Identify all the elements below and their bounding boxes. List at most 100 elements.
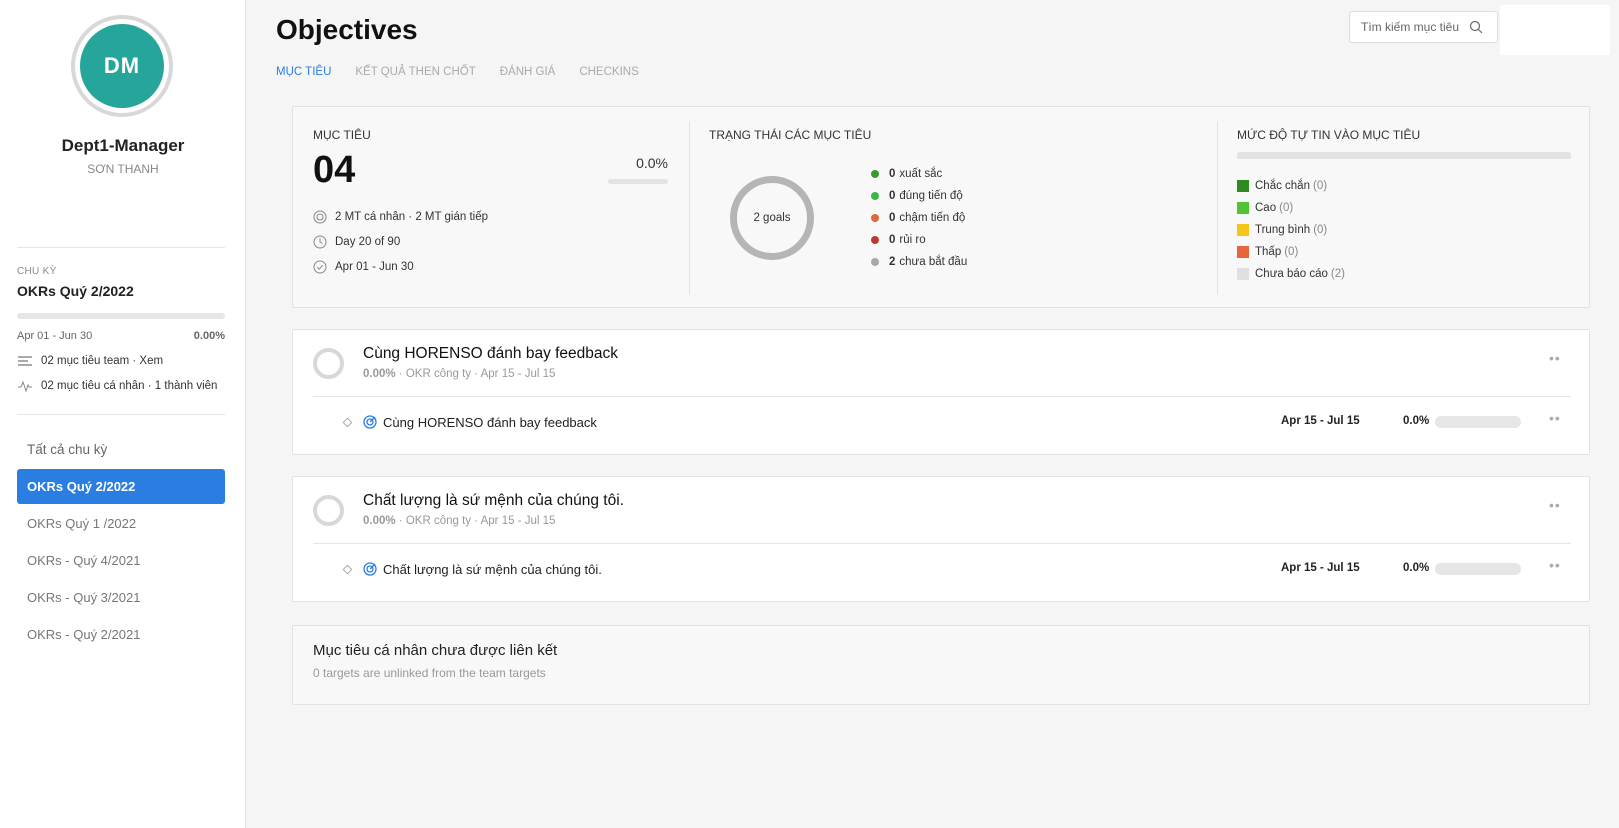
- status-list: 0 xuất sắc 0 đúng tiến độ 0 chậm tiến độ 0 rủi …: [871, 163, 967, 273]
- confidence-count: (0): [1313, 224, 1328, 236]
- objective-meta-text: · OKR công ty · Apr 15 - Jul 15: [395, 368, 556, 380]
- donut-label: 2 goals: [753, 212, 791, 224]
- status-row: 0 xuất sắc: [871, 163, 967, 185]
- status-label: chậm tiến độ: [899, 212, 966, 224]
- personal-goals-text: 02 mục tiêu cá nhân · 1 thành viên: [41, 380, 218, 392]
- objectives-percent: 0.0%: [636, 155, 668, 171]
- unlinked-card: Mục tiêu cá nhân chưa được liên kết 0 ta…: [292, 625, 1590, 705]
- header-blank-panel: [1500, 5, 1610, 55]
- unlinked-subtitle: 0 targets are unlinked from the team tar…: [313, 666, 546, 680]
- status-row: 0 chậm tiến độ: [871, 207, 967, 229]
- cycle-label: CHU KỲ: [17, 266, 57, 277]
- target-icon: [363, 415, 377, 429]
- confidence-list: Chắc chắn (0) Cao (0) Trung bình (0) Thấp (0) Ch…: [1237, 175, 1345, 285]
- confidence-label: Thấp: [1255, 246, 1282, 258]
- objective-title[interactable]: Cùng HORENSO đánh bay feedback: [363, 345, 618, 363]
- cycle-list-item[interactable]: OKRs - Quý 2/2021: [17, 617, 225, 652]
- confidence-row: Cao (0): [1237, 197, 1345, 219]
- search-icon[interactable]: [1469, 20, 1483, 34]
- status-dot-icon: [871, 236, 879, 244]
- cycle-name: OKRs Quý 2/2022: [17, 283, 134, 299]
- cycle-list-item[interactable]: OKRs - Quý 3/2021: [17, 580, 225, 615]
- tab-reviews[interactable]: ĐÁNH GIÁ: [500, 66, 556, 78]
- clock-icon: [313, 235, 327, 249]
- avatar-ring: DM: [71, 15, 173, 117]
- page-title: Objectives: [276, 14, 418, 45]
- team-goals-line[interactable]: 02 mục tiêu team · Xem: [17, 355, 163, 367]
- confidence-count: (0): [1312, 180, 1328, 192]
- key-result-dates: Apr 15 - Jul 15: [1281, 562, 1360, 574]
- cycle-list-item[interactable]: OKRs Quý 1 /2022: [17, 506, 225, 541]
- divider: [1217, 121, 1218, 295]
- confidence-swatch-icon: [1237, 246, 1249, 258]
- cycle-list-item[interactable]: OKRs Quý 2/2022: [17, 469, 225, 504]
- divider: [689, 121, 690, 295]
- cycle-list: Tất cả chu kỳ OKRs Quý 2/2022 OKRs Quý 1…: [17, 432, 225, 654]
- objectives-header: MỤC TIÊU: [313, 128, 371, 142]
- more-options-icon[interactable]: ••: [1549, 557, 1561, 573]
- objective-meta: 0.00% · OKR công ty · Apr 15 - Jul 15: [363, 368, 555, 380]
- status-dot-icon: [871, 192, 879, 200]
- objective-progress-circle: [313, 495, 344, 526]
- objective-card[interactable]: Cùng HORENSO đánh bay feedback 0.00% · O…: [292, 329, 1590, 455]
- tab-objectives[interactable]: MỤC TIÊU: [276, 66, 331, 78]
- status-dot-icon: [871, 170, 879, 178]
- cycle-progress-bar: [17, 313, 225, 319]
- confidence-label: Chắc chắn: [1255, 180, 1310, 192]
- objective-card[interactable]: Chất lượng là sứ mệnh của chúng tôi. 0.0…: [292, 476, 1590, 602]
- key-result-title[interactable]: Cùng HORENSO đánh bay feedback: [383, 415, 597, 430]
- cycle-dates: Apr 01 - Jun 30: [17, 330, 93, 342]
- status-label: đúng tiến độ: [899, 190, 963, 202]
- tab-checkins[interactable]: CHECKINS: [579, 66, 638, 78]
- confidence-label: Chưa báo cáo: [1255, 268, 1328, 280]
- summary-card: MỤC TIÊU 04 0.0% 2 MT cá nhân · 2 MT giá…: [292, 106, 1590, 308]
- key-result-dates: Apr 15 - Jul 15: [1281, 415, 1360, 427]
- status-row: 0 rủi ro: [871, 229, 967, 251]
- confidence-row: Chắc chắn (0): [1237, 175, 1345, 197]
- status-dot-icon: [871, 214, 879, 222]
- status-dot-icon: [871, 258, 879, 266]
- objective-title[interactable]: Chất lượng là sứ mệnh của chúng tôi.: [363, 492, 624, 510]
- confidence-swatch-icon: [1237, 268, 1249, 280]
- search-input[interactable]: [1361, 20, 1469, 34]
- objective-percent: 0.00%: [363, 515, 396, 527]
- status-count: 0: [889, 190, 896, 202]
- status-label: rủi ro: [899, 234, 926, 246]
- confidence-count: (0): [1279, 202, 1294, 214]
- avatar[interactable]: DM: [80, 24, 164, 108]
- user-subtitle: SƠN THANH: [87, 162, 159, 176]
- tab-key-results[interactable]: KẾT QUẢ THEN CHỐT: [355, 66, 475, 78]
- objective-meta-text: · OKR công ty · Apr 15 - Jul 15: [395, 515, 556, 527]
- status-row: 2 chưa bắt đầu: [871, 251, 967, 273]
- status-label: xuất sắc: [899, 168, 943, 180]
- list-icon: [18, 356, 32, 366]
- objectives-progress-bar: [608, 179, 668, 184]
- diamond-icon: [342, 417, 353, 428]
- personal-goals-line: 02 mục tiêu cá nhân · 1 thành viên: [17, 380, 217, 392]
- confidence-row: Chưa báo cáo (2): [1237, 263, 1345, 285]
- confidence-count: (0): [1284, 246, 1299, 258]
- confidence-swatch-icon: [1237, 202, 1249, 214]
- breakdown-line: 2 MT cá nhân · 2 MT gián tiếp: [313, 210, 488, 224]
- target-icon: [363, 562, 377, 576]
- cycle-list-all[interactable]: Tất cả chu kỳ: [17, 432, 225, 467]
- objective-progress-circle: [313, 348, 344, 379]
- cycle-list-item[interactable]: OKRs - Quý 4/2021: [17, 543, 225, 578]
- confidence-row: Trung bình (0): [1237, 219, 1345, 241]
- key-result-progress-bar: [1435, 416, 1521, 428]
- key-result-title[interactable]: Chất lượng là sứ mệnh của chúng tôi.: [383, 562, 602, 577]
- confidence-bar: [1237, 152, 1571, 159]
- more-options-icon[interactable]: ••: [1549, 497, 1561, 513]
- objective-meta: 0.00% · OKR công ty · Apr 15 - Jul 15: [363, 515, 555, 527]
- objectives-count: 04: [313, 149, 356, 191]
- dates-line: Apr 01 - Jun 30: [313, 260, 414, 274]
- objective-percent: 0.00%: [363, 368, 396, 380]
- check-circle-icon: [313, 260, 327, 274]
- confidence-swatch-icon: [1237, 180, 1249, 192]
- activity-icon: [18, 380, 32, 392]
- tab-bar: MỤC TIÊU KẾT QUẢ THEN CHỐT ĐÁNH GIÁ CHEC…: [276, 66, 639, 78]
- more-options-icon[interactable]: ••: [1549, 410, 1561, 426]
- more-options-icon[interactable]: ••: [1549, 350, 1561, 366]
- day-line: Day 20 of 90: [313, 235, 400, 249]
- objective-divider: [313, 543, 1571, 544]
